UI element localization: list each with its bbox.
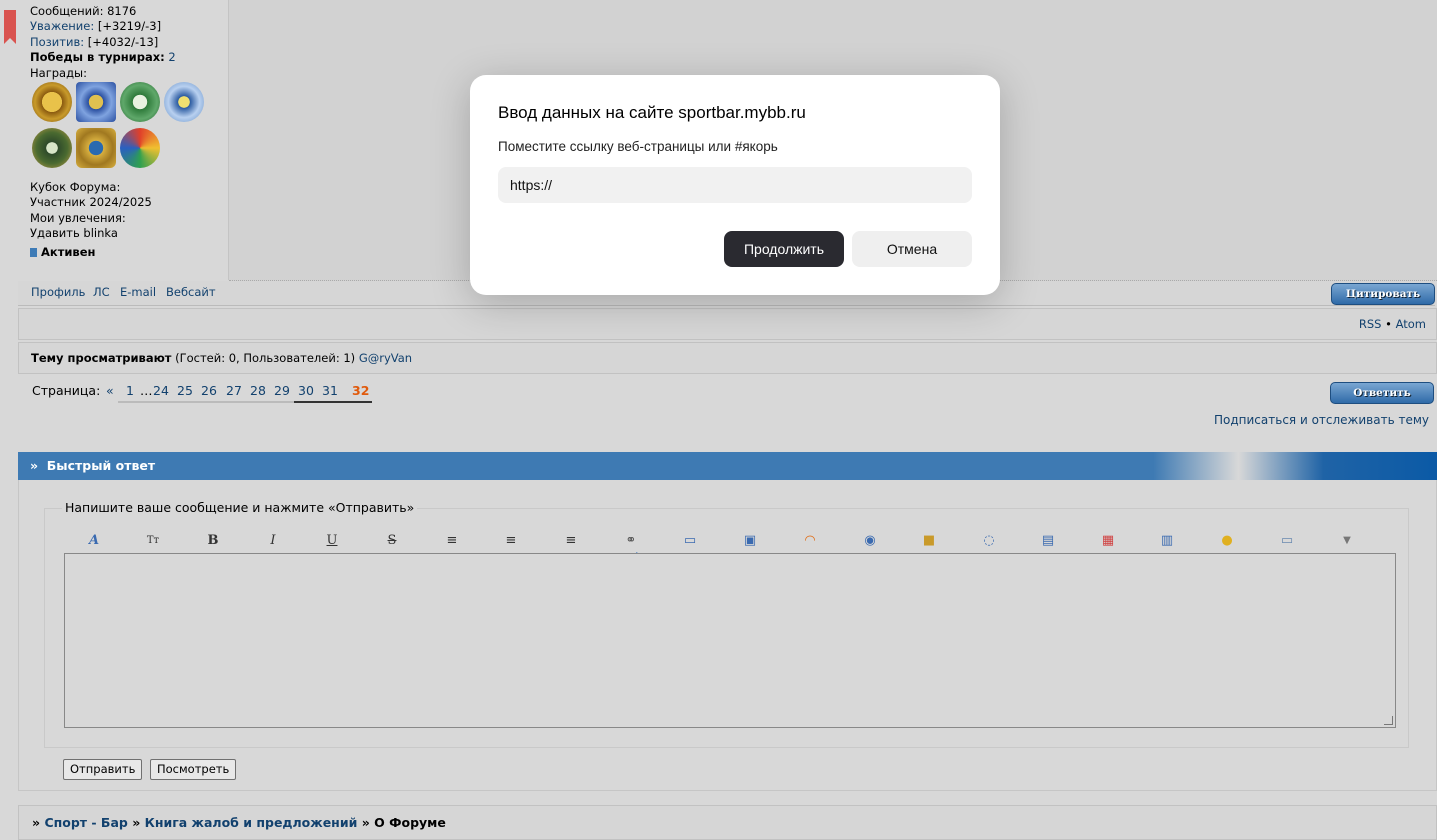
align-right-icon[interactable]: ≡ [561,532,581,550]
subscribe-link[interactable]: Подписаться и отслеживать тему [1214,413,1429,427]
page-link[interactable]: 27 [226,383,242,398]
italic-icon[interactable]: I [263,532,283,550]
bookmark-icon [4,10,16,44]
quote-icon[interactable]: ◌ [979,532,999,550]
online-status: Активен [30,245,95,259]
underline-icon[interactable]: U [322,532,342,550]
continue-button[interactable]: Продолжить [724,231,844,267]
pager-prev[interactable]: « [106,383,114,398]
url-input[interactable] [498,167,972,203]
messages-count: Сообщений: 8176 [30,4,137,18]
message-textarea[interactable] [64,553,1396,728]
reply-button[interactable]: Ответить [1330,382,1434,404]
bold-icon[interactable]: B [203,532,223,550]
atom-link[interactable]: Atom [1396,317,1426,331]
award-medal-icon[interactable] [164,82,204,122]
award-medal-icon[interactable] [32,82,72,122]
breadcrumb-forum-link[interactable]: Спорт - Бар [44,815,127,830]
current-page: 32 [352,383,370,398]
author-profile: Сообщений: 8176 Уважение: [+3219/-3] Поз… [30,4,225,81]
email-link[interactable]: E-mail [120,285,156,299]
wins-value[interactable]: 2 [165,50,175,64]
viewers-bar: Тему просматривают (Гостей: 0, Пользоват… [18,342,1437,374]
breadcrumb: » Спорт - Бар » Книга жалоб и предложени… [32,815,446,830]
preview-button[interactable]: Посмотреть [150,759,237,780]
lock-icon[interactable]: ■ [919,532,939,550]
page-link[interactable]: 30 [298,383,314,398]
pager-underline [118,401,294,403]
headphones-icon[interactable]: ◠ [800,532,820,550]
video-icon[interactable]: ◉ [860,532,880,550]
page-link[interactable]: 26 [201,383,217,398]
cup-value: Участник 2024/2025 [30,195,152,210]
color-palette-icon[interactable]: ▦ [1098,532,1118,550]
code-icon[interactable]: ▤ [1038,532,1058,550]
respect-link[interactable]: Уважение: [30,19,94,33]
dialog-title: Ввод данных на сайте sportbar.mybb.ru [498,103,806,122]
font-icon[interactable]: A [84,532,104,550]
author-extra: Кубок Форума: Участник 2024/2025 Мои увл… [30,180,225,242]
page-link[interactable]: 31 [322,383,338,398]
page-link[interactable]: 25 [177,383,193,398]
status-square-icon [30,248,37,257]
page-link[interactable]: 24 [153,383,169,398]
award-medal-icon[interactable] [120,82,160,122]
submit-button[interactable]: Отправить [63,759,143,780]
cup-label: Кубок Форума: [30,180,121,194]
profile-link[interactable]: Профиль [31,285,85,299]
url-input-dialog: Ввод данных на сайте sportbar.mybb.ru По… [470,75,1000,295]
award-medal-icon[interactable] [32,128,72,168]
website-link[interactable]: Вебсайт [166,285,216,299]
page-link[interactable]: 1 [126,383,134,398]
breadcrumb-section-link[interactable]: Книга жалоб и предложений [145,815,358,830]
feeds-bar: RSS • Atom [18,308,1437,340]
strikethrough-icon[interactable]: S [382,532,402,550]
font-size-icon[interactable]: Tт [143,532,163,550]
viewers-label: Тему просматривают [31,351,172,365]
more-dropdown-icon[interactable]: ▼ [1337,532,1357,550]
awards-label: Награды: [30,65,87,80]
hobbies-label: Мои увлечения: [30,210,126,225]
pager-underline-active [294,401,372,403]
hobbies-value: Удавить blinka [30,226,118,241]
resize-grip-icon[interactable] [1384,716,1393,725]
dialog-subtitle: Поместите ссылку веб-страницы или #якорь [498,139,778,154]
rss-link[interactable]: RSS [1359,317,1382,331]
quick-reply-header: » Быстрый ответ [18,452,1437,480]
positive-link[interactable]: Позитив: [30,35,84,49]
message-legend: Напишите ваше сообщение и нажмите «Отпра… [62,500,418,515]
book-icon[interactable]: ▭ [680,532,700,550]
link-icon[interactable]: ⚭ [621,532,641,550]
image-icon[interactable]: ▣ [740,532,760,550]
smiley-icon[interactable]: ● [1217,532,1237,550]
quick-reply-title: » Быстрый ответ [30,458,156,473]
pm-link[interactable]: ЛС [93,285,110,299]
wins-label: Победы в турнирах: [30,50,165,65]
keyboard-icon[interactable]: ▭ [1277,532,1297,550]
table-icon[interactable]: ▥ [1157,532,1177,550]
align-left-icon[interactable]: ≡ [442,532,462,550]
award-medal-icon[interactable] [76,128,116,168]
align-center-icon[interactable]: ≡ [501,532,521,550]
award-medal-icon[interactable] [76,82,116,122]
page-link[interactable]: 29 [274,383,290,398]
page-link[interactable]: 28 [250,383,266,398]
quote-button[interactable]: Цитировать [1331,283,1435,305]
breadcrumb-current: О Форуме [374,815,446,830]
viewer-user-link[interactable]: G@ryVan [359,351,412,365]
pager-label: Страница: [32,383,101,398]
pager-ellipsis: … [140,383,153,398]
cancel-button[interactable]: Отмена [852,231,972,267]
award-medal-icon[interactable] [120,128,160,168]
